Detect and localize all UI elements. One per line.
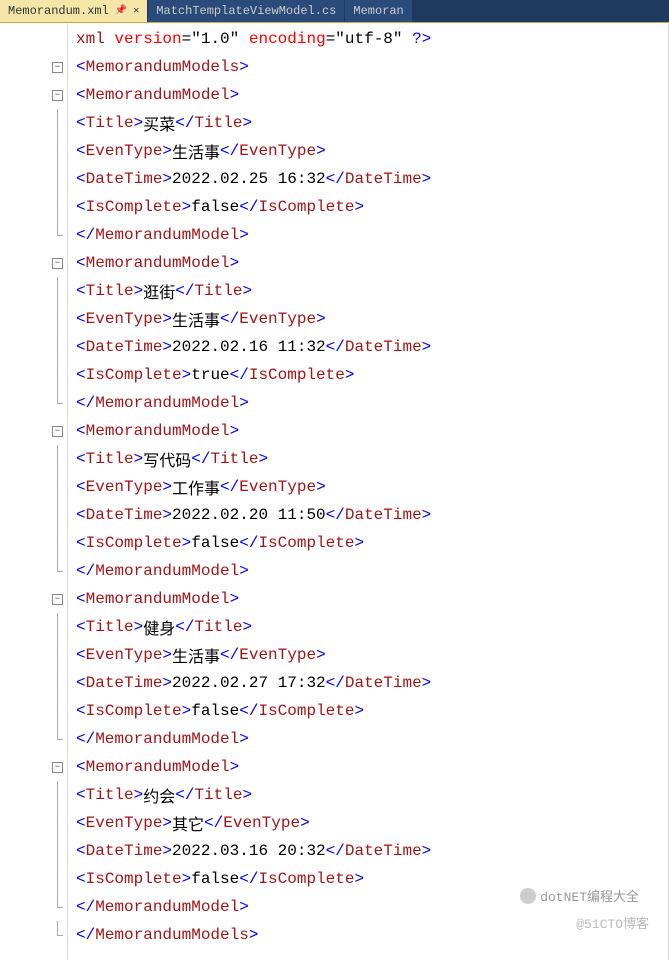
code-area[interactable]: xml version="1.0" encoding="utf-8" ?><Me… [68,23,668,960]
tab-viewmodel[interactable]: MatchTemplateViewModel.cs [148,0,345,22]
tab-memoran[interactable]: Memoran [345,0,412,22]
fold-toggle-icon[interactable]: − [52,762,63,773]
code-line[interactable]: <MemorandumModels> [76,53,668,81]
tab-label: Memoran [353,4,403,18]
code-line[interactable]: </MemorandumModel> [76,389,668,417]
watermark-author: dotNET编程大全 [520,886,639,905]
code-editor[interactable]: − − − − − − xml version="1.0" encoding="utf-8… [0,22,669,960]
code-line[interactable]: <Title>买菜</Title> [76,109,668,137]
tab-label: Memorandum.xml [8,4,109,18]
code-line[interactable]: <MemorandumModel> [76,753,668,781]
code-line[interactable]: </MemorandumModel> [76,725,668,753]
fold-toggle-icon[interactable]: − [52,594,63,605]
code-line[interactable]: <DateTime>2022.02.16 11:32</DateTime> [76,333,668,361]
code-line[interactable]: </MemorandumModel> [76,557,668,585]
code-line[interactable]: <Title>逛街</Title> [76,277,668,305]
code-line[interactable]: </MemorandumModel> [76,221,668,249]
code-line[interactable]: <IsComplete>false</IsComplete> [76,193,668,221]
code-line[interactable]: <DateTime>2022.02.20 11:50</DateTime> [76,501,668,529]
code-line[interactable]: <DateTime>2022.02.27 17:32</DateTime> [76,669,668,697]
code-line[interactable]: <Title>健身</Title> [76,613,668,641]
code-line[interactable]: <EvenType>其它</EvenType> [76,809,668,837]
fold-toggle-icon[interactable]: − [52,258,63,269]
editor-tabs: Memorandum.xml 📌 ✕ MatchTemplateViewMode… [0,0,669,22]
code-line[interactable]: <DateTime>2022.03.16 20:32</DateTime> [76,837,668,865]
wechat-icon [520,888,536,904]
code-line[interactable]: <MemorandumModel> [76,585,668,613]
code-line[interactable]: xml version="1.0" encoding="utf-8" ?> [76,25,668,53]
code-line[interactable]: <Title>约会</Title> [76,781,668,809]
code-line[interactable]: <MemorandumModel> [76,417,668,445]
code-line[interactable]: <IsComplete>false</IsComplete> [76,529,668,557]
code-line[interactable]: <DateTime>2022.02.25 16:32</DateTime> [76,165,668,193]
fold-gutter: − − − − − − [0,23,68,960]
fold-toggle-icon[interactable]: − [52,62,63,73]
code-line[interactable]: <MemorandumModel> [76,81,668,109]
pin-icon[interactable]: 📌 [115,5,127,17]
code-line[interactable]: <EvenType>生活事</EvenType> [76,641,668,669]
code-line[interactable]: <IsComplete>false</IsComplete> [76,697,668,725]
fold-toggle-icon[interactable]: − [52,426,63,437]
code-line[interactable]: <EvenType>生活事</EvenType> [76,137,668,165]
code-line[interactable]: <Title>写代码</Title> [76,445,668,473]
code-line[interactable]: <IsComplete>true</IsComplete> [76,361,668,389]
code-line[interactable]: <EvenType>工作事</EvenType> [76,473,668,501]
tab-label: MatchTemplateViewModel.cs [156,4,336,18]
close-icon[interactable]: ✕ [133,5,139,17]
watermark-source: @51CTO博客 [576,913,649,932]
tab-memorandum-xml[interactable]: Memorandum.xml 📌 ✕ [0,0,148,22]
fold-toggle-icon[interactable]: − [52,90,63,101]
code-line[interactable]: <EvenType>生活事</EvenType> [76,305,668,333]
code-line[interactable]: <MemorandumModel> [76,249,668,277]
